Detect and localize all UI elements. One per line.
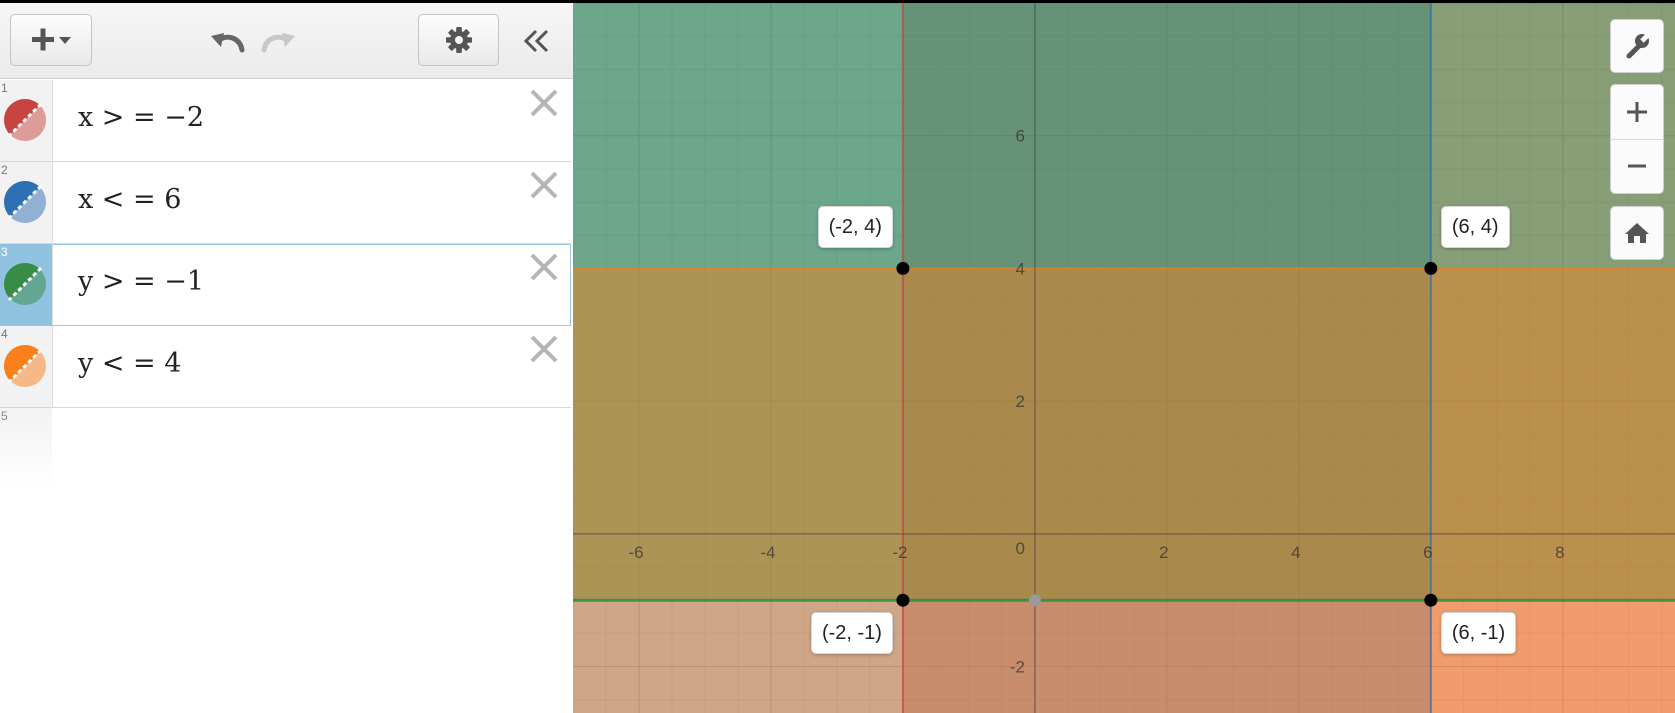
home-icon (1625, 223, 1649, 243)
delete-expression-icon[interactable] (529, 252, 559, 282)
expression-gutter: 1 (0, 80, 53, 161)
expression-row-empty[interactable]: 5 (0, 408, 52, 488)
x-tick-label: 6 (1423, 543, 1432, 562)
expression-formula[interactable]: x < = 6 (78, 184, 181, 215)
expression-index: 4 (1, 327, 8, 341)
minus-icon (1628, 164, 1646, 168)
y-tick-label: 4 (1015, 259, 1024, 278)
expression-formula[interactable]: x > = −2 (78, 102, 204, 133)
expression-index: 1 (1, 81, 8, 95)
undo-button[interactable] (205, 19, 251, 63)
expression-row[interactable]: 4 y < = 4 (0, 326, 571, 408)
expression-index: 3 (1, 245, 8, 259)
zoom-in-button[interactable] (1611, 85, 1663, 140)
x-tick-label: -2 (892, 543, 907, 562)
expression-panel: 1 x > = −2 2 x < = 6 3 y > = −1 4 y < = 4 5 (0, 3, 574, 713)
expression-gutter: 4 (0, 326, 53, 407)
point-coordinate-label[interactable]: (6, -1) (1440, 612, 1517, 655)
x-tick-label: 8 (1555, 543, 1564, 562)
settings-button[interactable] (418, 14, 499, 66)
plus-icon (1627, 102, 1647, 122)
x-tick-label: 2 (1159, 543, 1168, 562)
inequality-style-icon[interactable] (3, 98, 47, 142)
expression-row[interactable]: 3 y > = −1 (0, 244, 571, 326)
graph-settings-button[interactable] (1610, 19, 1664, 73)
desmos-app: 1 x > = −2 2 x < = 6 3 y > = −1 4 y < = 4 5 -6 -4… (0, 0, 1675, 713)
add-item-button[interactable] (10, 14, 92, 66)
redo-icon (261, 33, 295, 53)
zoom-controls (1610, 84, 1664, 194)
double-chevron-left-icon (523, 29, 549, 53)
point-coordinate-label[interactable]: (6, 4) (1440, 206, 1510, 249)
expression-row[interactable]: 2 x < = 6 (0, 162, 571, 244)
expression-formula[interactable]: y < = 4 (78, 348, 181, 379)
delete-expression-icon[interactable] (529, 334, 559, 364)
intersection-point (896, 593, 910, 607)
graph-canvas[interactable]: -6 -4 -2 2 4 6 8 6 4 2 -2 0 (573, 3, 1675, 713)
y-intercept-point (1028, 594, 1041, 607)
delete-expression-icon[interactable] (529, 170, 559, 200)
intersection-point (1424, 593, 1438, 607)
point-coordinate-label[interactable]: (-2, 4) (817, 206, 893, 249)
origin-label: 0 (1015, 539, 1024, 558)
y-tick-label: 2 (1015, 392, 1024, 411)
graph-paper[interactable]: -6 -4 -2 2 4 6 8 6 4 2 -2 0 (-2, 4) (6, 4) (-2, -1) (6… (573, 3, 1675, 713)
point-coordinate-label[interactable]: (-2, -1) (810, 612, 893, 655)
inequality-style-icon[interactable] (3, 344, 47, 388)
inequality-style-icon[interactable] (3, 180, 47, 224)
expression-gutter: 2 (0, 162, 53, 243)
expression-index: 2 (1, 163, 8, 177)
y-tick-label: 6 (1015, 127, 1024, 146)
zoom-out-button[interactable] (1611, 139, 1663, 193)
gear-icon (445, 27, 472, 53)
x-tick-label: -6 (628, 543, 643, 562)
x-tick-label: 4 (1291, 543, 1300, 562)
intersection-point (1424, 261, 1438, 275)
expression-gutter: 3 (0, 244, 53, 325)
expression-formula[interactable]: y > = −1 (78, 266, 204, 297)
expression-row[interactable]: 1 x > = −2 (0, 80, 571, 162)
delete-expression-icon[interactable] (529, 88, 559, 118)
panel-toolbar (0, 3, 573, 79)
x-tick-label: -4 (760, 543, 775, 562)
expression-index: 5 (1, 409, 8, 423)
collapse-panel-button[interactable] (513, 19, 559, 63)
default-viewport-button[interactable] (1610, 206, 1664, 260)
y-tick-label: -2 (1010, 658, 1025, 677)
inequality-style-icon[interactable] (3, 262, 47, 306)
intersection-point (896, 261, 910, 275)
undo-icon (211, 33, 245, 53)
wrench-icon (1626, 32, 1651, 59)
redo-button[interactable] (255, 19, 301, 63)
plus-dropdown-icon (32, 28, 71, 51)
